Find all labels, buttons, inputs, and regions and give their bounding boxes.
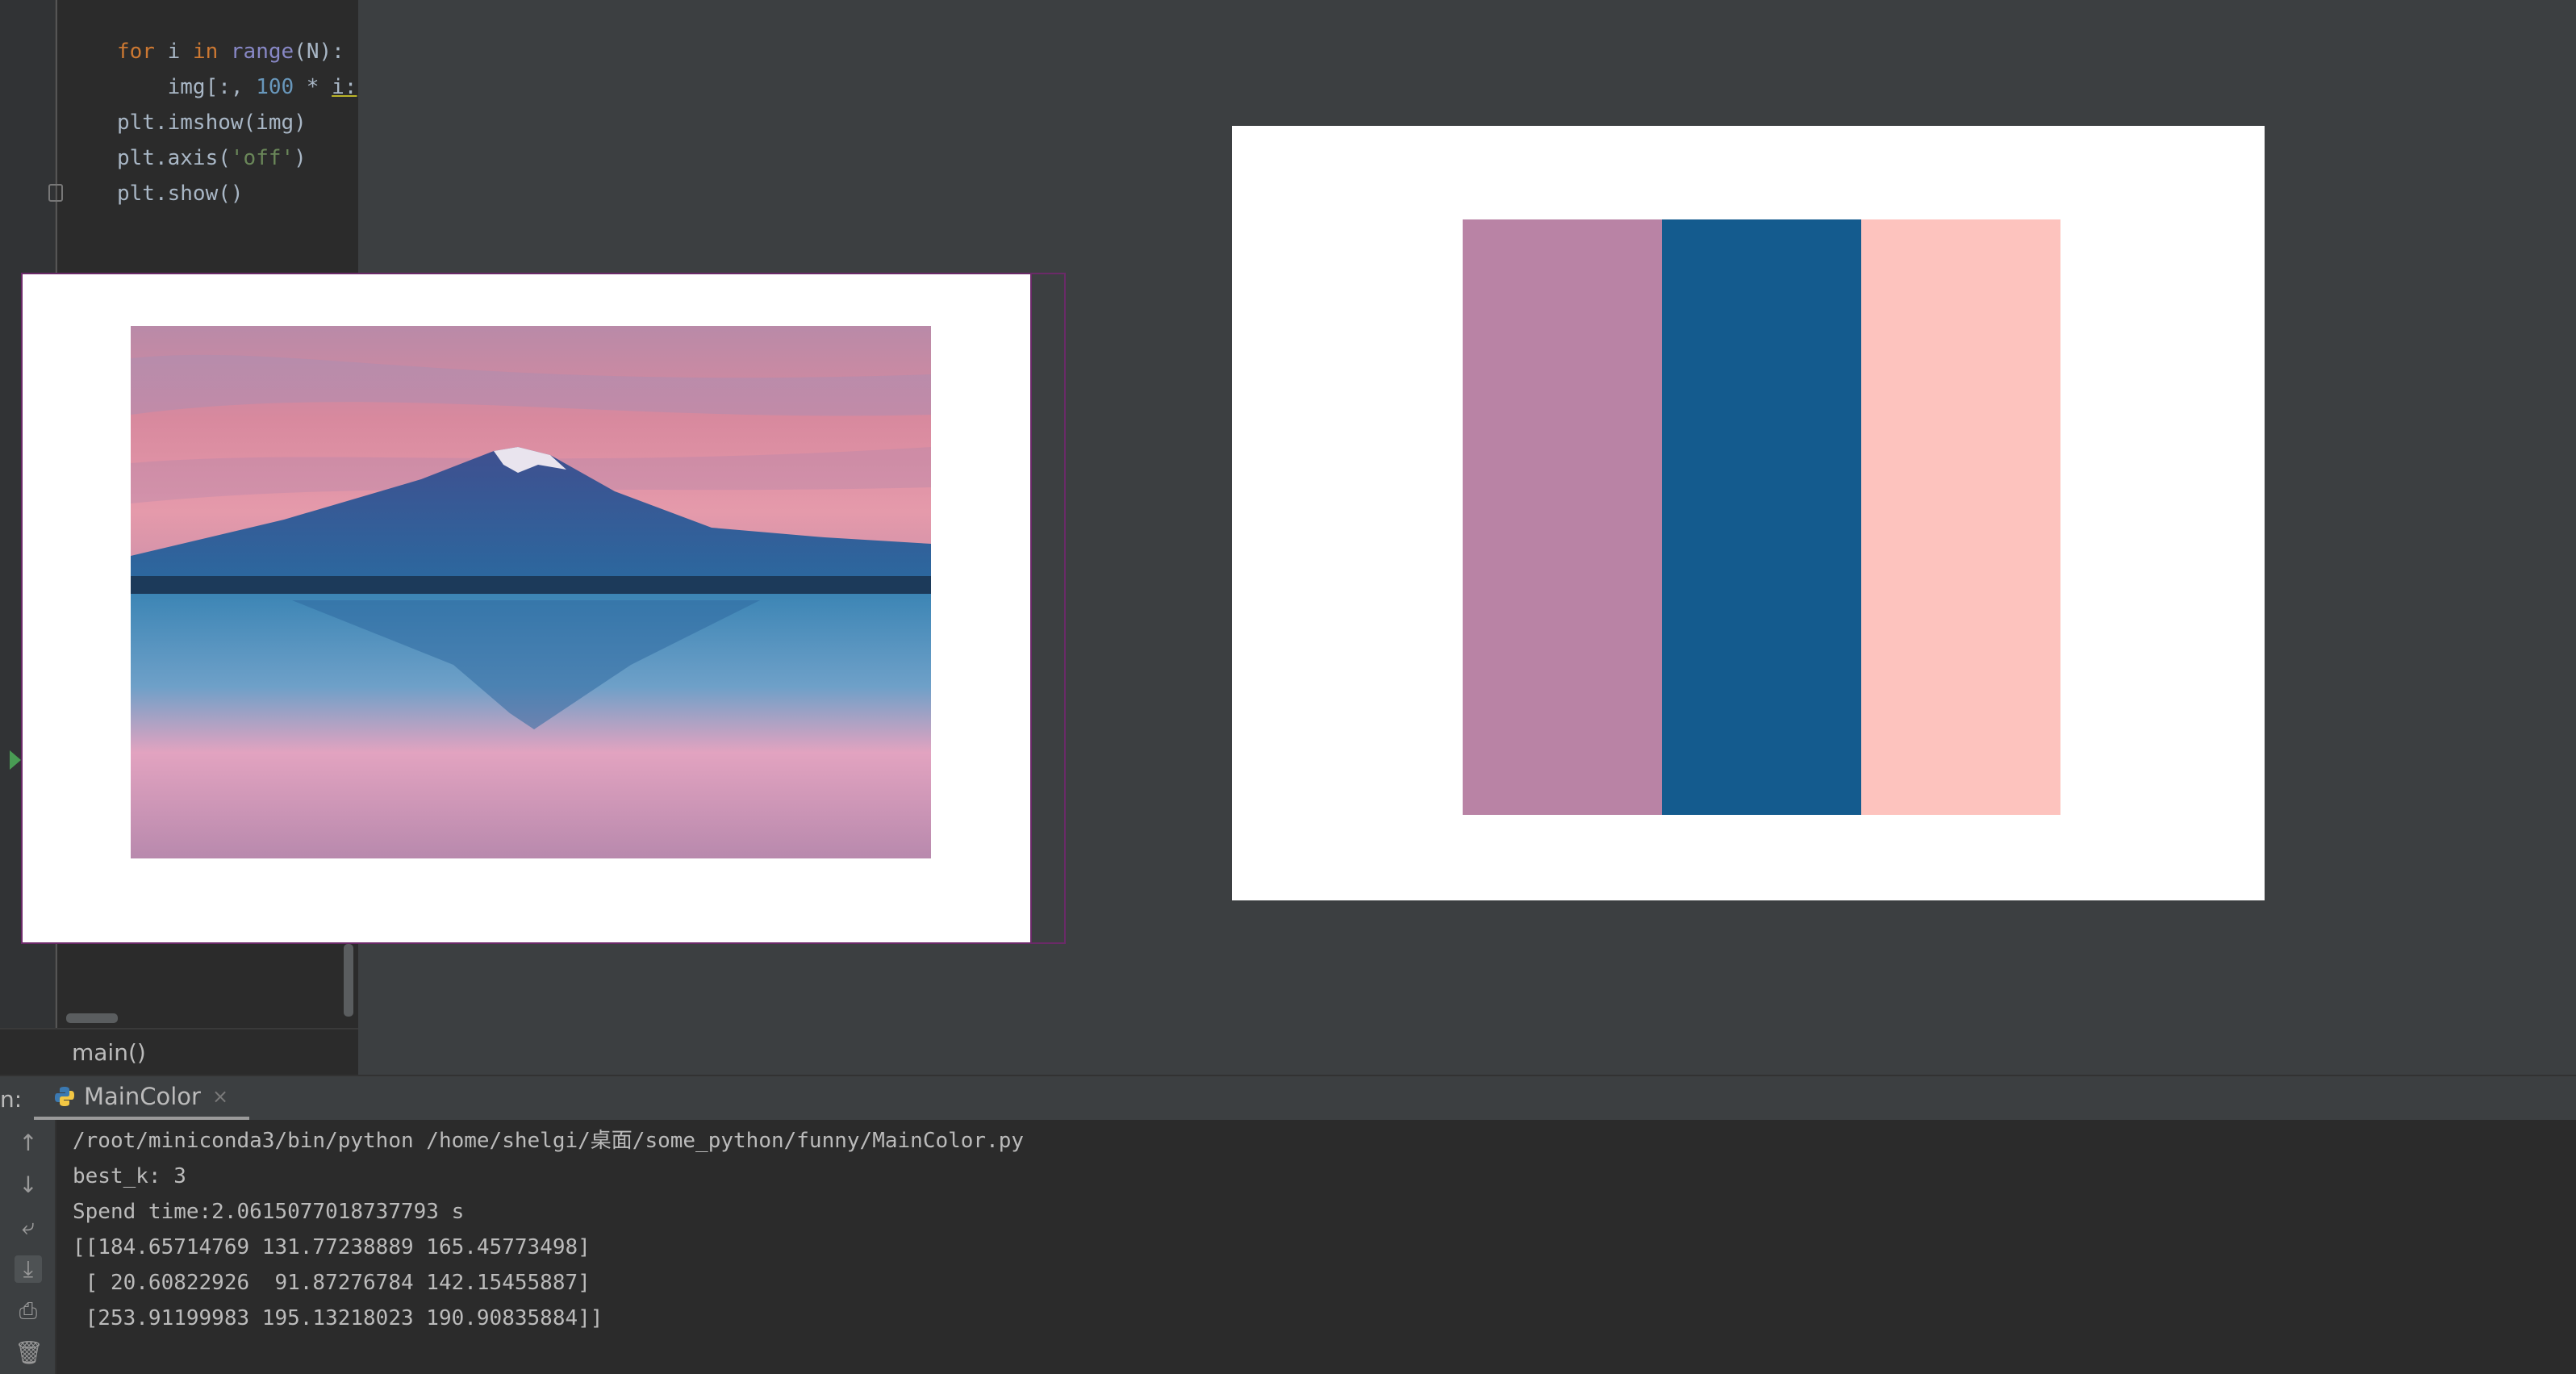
run-label: n: bbox=[0, 1086, 23, 1113]
code-token: plt.show() bbox=[117, 182, 244, 206]
console-output[interactable]: /root/miniconda3/bin/python /home/shelgi… bbox=[73, 1123, 1024, 1336]
code-line[interactable]: for i in range(N): bbox=[117, 34, 357, 69]
code-token: range bbox=[230, 40, 294, 64]
figure-window-frame bbox=[1032, 273, 1066, 944]
color-swatch-1 bbox=[1463, 219, 1662, 815]
code-token: (N): bbox=[294, 40, 344, 64]
code-token: for bbox=[117, 40, 155, 64]
up-arrow-icon[interactable]: ↑ bbox=[15, 1130, 42, 1157]
print-icon[interactable]: ⎙ bbox=[15, 1297, 42, 1325]
breadcrumb[interactable]: main() bbox=[72, 1039, 146, 1066]
editor-breadcrumb-bar: main() bbox=[0, 1028, 358, 1075]
editor-vertical-scrollbar[interactable] bbox=[344, 944, 353, 1017]
code-line[interactable]: img[:, 100 * i: bbox=[117, 69, 357, 105]
python-icon bbox=[55, 1087, 74, 1106]
console-line: best_k: 3 bbox=[73, 1164, 186, 1188]
soft-wrap-icon[interactable]: ⤶ bbox=[15, 1213, 42, 1241]
code-token: i: bbox=[332, 75, 357, 99]
console-line: [[184.65714769 131.77238889 165.45773498… bbox=[73, 1235, 591, 1259]
code-token: * bbox=[294, 75, 332, 99]
code-token: plt.axis( bbox=[117, 146, 231, 170]
code-token: 'off' bbox=[230, 146, 294, 170]
code-token: plt.imshow(img) bbox=[117, 111, 307, 135]
console-line: /root/miniconda3/bin/python /home/shelgi… bbox=[73, 1129, 1025, 1153]
trash-icon[interactable]: 🗑 bbox=[15, 1339, 44, 1367]
console-line: [253.91199983 195.13218023 190.90835884]… bbox=[73, 1306, 603, 1330]
color-swatch-2 bbox=[1662, 219, 1861, 815]
color-swatch-3 bbox=[1861, 219, 2060, 815]
figure-window-main-colors[interactable] bbox=[1232, 126, 2265, 900]
code-line[interactable]: plt.show() bbox=[117, 176, 357, 211]
code-token: in bbox=[192, 40, 219, 64]
console-line: Spend time:2.0615077018737793 s bbox=[73, 1200, 465, 1224]
code-line[interactable]: plt.axis('off') bbox=[117, 140, 357, 176]
down-arrow-icon[interactable]: ↓ bbox=[15, 1171, 42, 1199]
run-tab-maincolor[interactable]: MainColor × bbox=[34, 1076, 250, 1121]
run-gutter-icon[interactable] bbox=[10, 750, 21, 770]
code-token: ) bbox=[294, 146, 307, 170]
photo-image bbox=[131, 326, 931, 858]
run-toolbar: ↑ ↓ ⤶ ⤓ ⎙ 🗑 bbox=[0, 1120, 56, 1374]
code-token: img[:, bbox=[117, 75, 257, 99]
fold-marker-icon[interactable] bbox=[48, 184, 63, 202]
figure-window-original-image[interactable] bbox=[21, 273, 1032, 944]
editor-horizontal-scrollbar[interactable] bbox=[66, 1013, 118, 1023]
code-token: 100 bbox=[256, 75, 294, 99]
console-line: [ 20.60822926 91.87276784 142.15455887] bbox=[73, 1271, 591, 1295]
code-line[interactable]: plt.imshow(img) bbox=[117, 105, 357, 140]
code-token: i bbox=[154, 40, 193, 64]
code-text[interactable]: for i in range(N): img[:, 100 * i: plt.im… bbox=[117, 34, 357, 211]
mount-fuji-photo bbox=[131, 326, 931, 858]
run-console-panel: ↑ ↓ ⤶ ⤓ ⎙ 🗑 /root/miniconda3/bin/python … bbox=[0, 1120, 2576, 1374]
run-tool-window-header: n: MainColor × bbox=[0, 1075, 2576, 1121]
close-icon[interactable]: × bbox=[212, 1085, 228, 1108]
scroll-to-end-icon[interactable]: ⤓ bbox=[15, 1255, 42, 1283]
run-tab-label: MainColor bbox=[84, 1083, 201, 1110]
